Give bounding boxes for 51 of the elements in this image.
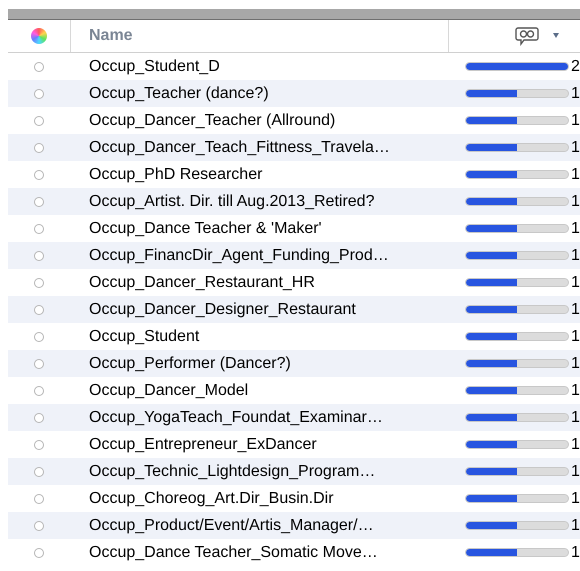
count-text: 2 bbox=[571, 56, 580, 76]
count-text: 1 bbox=[571, 218, 580, 238]
count-text: 1 bbox=[571, 138, 580, 158]
table-cell: Occup_Dancer_Designer_Restaurant bbox=[89, 300, 356, 318]
table-cell: Occup_YogaTeach_Foundat_Examinar… bbox=[89, 408, 383, 426]
table-cell: Occup_Dancer_Restaurant_HR bbox=[89, 274, 315, 290]
count-text: 1 bbox=[571, 462, 580, 482]
count-text: 1 bbox=[571, 300, 580, 320]
count-text: 1 bbox=[571, 434, 580, 454]
count-text: 1 bbox=[571, 488, 580, 508]
table-cell: Occup_Dancer_Teach_Fittness_Travela… bbox=[89, 138, 390, 156]
count-text: 1 bbox=[571, 110, 580, 130]
table-cell: Occup_Technic_Lightdesign_Program… bbox=[89, 462, 376, 480]
table-cell: Occup_Student bbox=[89, 328, 200, 344]
count-text: 1 bbox=[571, 354, 580, 374]
count-text: 1 bbox=[571, 164, 580, 184]
table-cell: Occup_Artist. Dir. till Aug.2013_Retired? bbox=[89, 192, 374, 210]
table-row[interactable]: Occup_Dancer_Teach_Fittness_Travela… 1 bbox=[8, 134, 580, 161]
table-row[interactable]: Occup_Dancer_Designer_Restaurant 1 bbox=[8, 296, 580, 323]
table-cell: Occup_PhD Researcher bbox=[89, 166, 262, 182]
count-text: 1 bbox=[571, 246, 580, 266]
table-row[interactable]: Occup_Product/Event/Artis_Manager/… 1 bbox=[8, 512, 580, 539]
table-row[interactable]: Occup_Teacher (dance?) 1 bbox=[8, 80, 580, 107]
speech-bubble-icon bbox=[515, 26, 539, 46]
table-cell: Occup_Entrepreneur_ExDancer bbox=[89, 436, 317, 452]
count-text: 1 bbox=[571, 408, 580, 428]
table-cell: Occup_FinancDir_Agent_Funding_Prod… bbox=[89, 246, 389, 264]
column-header[interactable]: Name bbox=[89, 24, 133, 48]
table-cell: Occup_Dance Teacher & 'Maker' bbox=[89, 220, 322, 236]
count-text: 1 bbox=[571, 272, 580, 292]
table-cell: Occup_Product/Event/Artis_Manager/… bbox=[89, 516, 374, 534]
count-text: 1 bbox=[571, 192, 580, 212]
table-cell: Occup_Performer (Dancer?) bbox=[89, 354, 291, 372]
count-text: 1 bbox=[571, 380, 580, 400]
table-row[interactable]: Occup_Artist. Dir. till Aug.2013_Retired? 1 bbox=[8, 188, 580, 215]
table-row[interactable]: Occup_YogaTeach_Foundat_Examinar… 1 bbox=[8, 404, 580, 431]
sort-caret-icon[interactable] bbox=[553, 33, 559, 39]
table-row[interactable]: Occup_Technic_Lightdesign_Program… 1 bbox=[8, 458, 580, 485]
table-row[interactable]: Occup_FinancDir_Agent_Funding_Prod… 1 bbox=[8, 242, 580, 269]
count-text: 1 bbox=[571, 516, 580, 536]
color-wheel-icon bbox=[31, 28, 47, 44]
table-cell: Occup_Student_D bbox=[89, 58, 220, 74]
count-text: 1 bbox=[571, 84, 580, 104]
table-row[interactable]: Occup_Performer (Dancer?) 1 bbox=[8, 350, 580, 377]
table-cell: Occup_Teacher (dance?) bbox=[89, 84, 269, 102]
count-text: 1 bbox=[571, 542, 580, 562]
table-cell: Occup_Dancer_Model bbox=[89, 382, 248, 398]
table-cell: Occup_Dance Teacher_Somatic Move… bbox=[89, 544, 378, 560]
count-text: 1 bbox=[571, 326, 580, 346]
table-cell: Occup_Dancer_Teacher (Allround) bbox=[89, 112, 336, 128]
table-cell: Occup_Choreog_Art.Dir_Busin.Dir bbox=[89, 490, 334, 506]
